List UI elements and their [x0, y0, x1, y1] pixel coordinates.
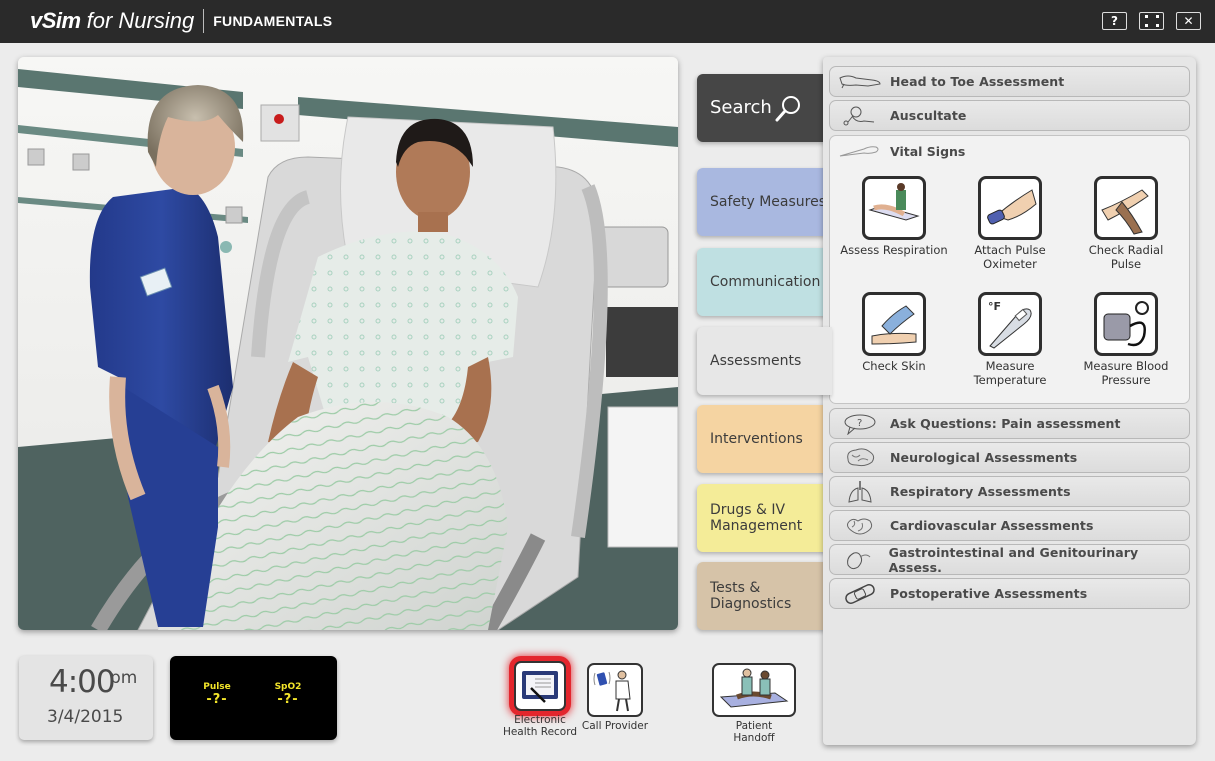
- tab-label: Communication: [710, 274, 821, 290]
- action-label: Check Radial Pulse: [1088, 243, 1164, 271]
- tab-label: Drugs & IV Management: [710, 502, 803, 534]
- gloved-hand-icon: [862, 292, 926, 356]
- action-measure-temperature[interactable]: °F Measure Temperature: [952, 292, 1068, 387]
- tab-drugs-iv-management[interactable]: Drugs & IV Management: [697, 484, 827, 552]
- body-outline-icon: [830, 72, 890, 92]
- patient-room-scene[interactable]: [18, 57, 678, 630]
- search-label: Search: [710, 97, 772, 118]
- monitor-pulse-label: Pulse: [203, 682, 231, 692]
- app-brand: vSim for Nursing FUNDAMENTALS: [30, 6, 332, 36]
- action-label: Check Skin: [862, 359, 926, 373]
- menu-item-label: Head to Toe Assessment: [890, 74, 1065, 89]
- call-provider-button[interactable]: Call Provider: [580, 663, 650, 732]
- bp-cuff-icon: [1094, 292, 1158, 356]
- ehr-tablet-icon: [514, 661, 566, 711]
- vital-signs-header[interactable]: Vital Signs: [830, 136, 1189, 166]
- action-label: Assess Respiration: [840, 243, 948, 257]
- thermometer-icon: [830, 143, 890, 159]
- tab-interventions[interactable]: Interventions: [697, 405, 827, 473]
- tool-label: Electronic Health Record: [502, 714, 578, 738]
- close-icon: ✕: [1183, 14, 1194, 28]
- vital-signs-label: Vital Signs: [890, 143, 966, 159]
- brain-icon: [830, 447, 890, 469]
- brand-divider: [203, 9, 205, 33]
- menu-item-postoperative[interactable]: Postoperative Assessments: [829, 578, 1190, 609]
- action-label: Attach Pulse Oximeter: [974, 243, 1046, 271]
- stomach-icon: [830, 549, 889, 571]
- menu-item-label: Neurological Assessments: [890, 450, 1078, 465]
- clock-ampm: pm: [110, 668, 138, 688]
- action-check-skin[interactable]: Check Skin: [836, 292, 952, 373]
- menu-item-gi-gu[interactable]: Gastrointestinal and Genitourinary Asses…: [829, 544, 1190, 575]
- scene-illustration: [18, 57, 678, 630]
- menu-item-label: Ask Questions: Pain assessment: [890, 416, 1121, 431]
- tab-label: Interventions: [710, 431, 803, 447]
- fullscreen-button[interactable]: [1139, 12, 1164, 30]
- bandage-icon: [830, 583, 890, 605]
- title-bar: vSim for Nursing FUNDAMENTALS ? ✕: [0, 0, 1215, 43]
- clock-time: 4:00: [49, 664, 116, 700]
- menu-item-label: Respiratory Assessments: [890, 484, 1071, 499]
- action-attach-pulse-oximeter[interactable]: Attach Pulse Oximeter: [952, 176, 1068, 271]
- fullscreen-icon: [1144, 15, 1159, 27]
- heart-icon: [830, 515, 890, 537]
- action-check-radial-pulse[interactable]: Check Radial Pulse: [1068, 176, 1184, 271]
- clock-date: 3/4/2015: [47, 707, 124, 727]
- lungs-icon: [830, 480, 890, 504]
- course-title: FUNDAMENTALS: [213, 13, 333, 29]
- magnifier-icon: [775, 96, 800, 122]
- menu-item-neurological[interactable]: Neurological Assessments: [829, 442, 1190, 473]
- tool-label: Call Provider: [581, 720, 649, 732]
- close-button[interactable]: ✕: [1176, 12, 1201, 30]
- menu-item-cardiovascular[interactable]: Cardiovascular Assessments: [829, 510, 1190, 541]
- digital-thermometer-icon: °F: [978, 292, 1042, 356]
- menu-item-respiratory[interactable]: Respiratory Assessments: [829, 476, 1190, 507]
- monitor-spo2-label: SpO2: [274, 682, 302, 692]
- action-assess-respiration[interactable]: Assess Respiration: [836, 176, 952, 257]
- vital-signs-section: Vital Signs Assess Respiration Attach Pu…: [829, 135, 1190, 404]
- monitor-spo2-value: -?-: [277, 692, 299, 707]
- menu-item-label: Cardiovascular Assessments: [890, 518, 1094, 533]
- monitor-spo2: SpO2 -?-: [263, 682, 313, 707]
- sim-clock: 4:00 pm 3/4/2015: [19, 656, 153, 740]
- phone-doctor-icon: [587, 663, 643, 717]
- speech-question-icon: ?: [830, 413, 890, 435]
- electronic-health-record-button[interactable]: Electronic Health Record: [500, 661, 580, 738]
- brand-for-nursing: for Nursing: [86, 8, 195, 33]
- tab-communication[interactable]: Communication: [697, 248, 827, 316]
- tab-safety-measures[interactable]: Safety Measures: [697, 168, 827, 236]
- menu-item-pain-assessment[interactable]: ? Ask Questions: Pain assessment: [829, 408, 1190, 439]
- tab-label: Tests & Diagnostics: [710, 580, 792, 612]
- monitor-pulse: Pulse -?-: [192, 682, 242, 707]
- menu-item-label: Gastrointestinal and Genitourinary Asses…: [888, 544, 1139, 575]
- radial-pulse-icon: [1094, 176, 1158, 240]
- action-label: Measure Blood Pressure: [1083, 359, 1169, 387]
- menu-item-head-to-toe[interactable]: Head to Toe Assessment: [829, 66, 1190, 97]
- svg-text:°F: °F: [988, 300, 1001, 313]
- patient-handoff-icon: [712, 663, 796, 717]
- stethoscope-icon: [830, 105, 890, 127]
- help-button[interactable]: ?: [1102, 12, 1127, 30]
- menu-item-auscultate[interactable]: Auscultate: [829, 100, 1190, 131]
- patient-handoff-button[interactable]: Patient Handoff: [710, 663, 798, 744]
- patient-bed-icon: [862, 176, 926, 240]
- vital-monitor: Pulse -?- SpO2 -?-: [170, 656, 337, 740]
- tab-assessments[interactable]: Assessments: [697, 327, 832, 395]
- menu-item-label: Postoperative Assessments: [890, 586, 1088, 601]
- monitor-pulse-value: -?-: [206, 692, 228, 707]
- window-controls: ? ✕: [1102, 12, 1201, 30]
- svg-text:?: ?: [857, 418, 862, 429]
- menu-item-label: Auscultate: [890, 108, 967, 123]
- brand-name: vSim: [30, 8, 81, 33]
- tool-label: Patient Handoff: [733, 720, 775, 744]
- action-measure-blood-pressure[interactable]: Measure Blood Pressure: [1068, 292, 1184, 387]
- action-label: Measure Temperature: [973, 359, 1047, 387]
- tab-label: Assessments: [710, 353, 802, 369]
- search-button[interactable]: Search: [697, 74, 827, 142]
- question-icon: ?: [1111, 14, 1118, 28]
- tab-tests-diagnostics[interactable]: Tests & Diagnostics: [697, 562, 827, 630]
- assessments-panel: Head to Toe Assessment Auscultate Vital …: [823, 57, 1196, 745]
- pulse-oximeter-icon: [978, 176, 1042, 240]
- tab-label: Safety Measures: [710, 194, 827, 210]
